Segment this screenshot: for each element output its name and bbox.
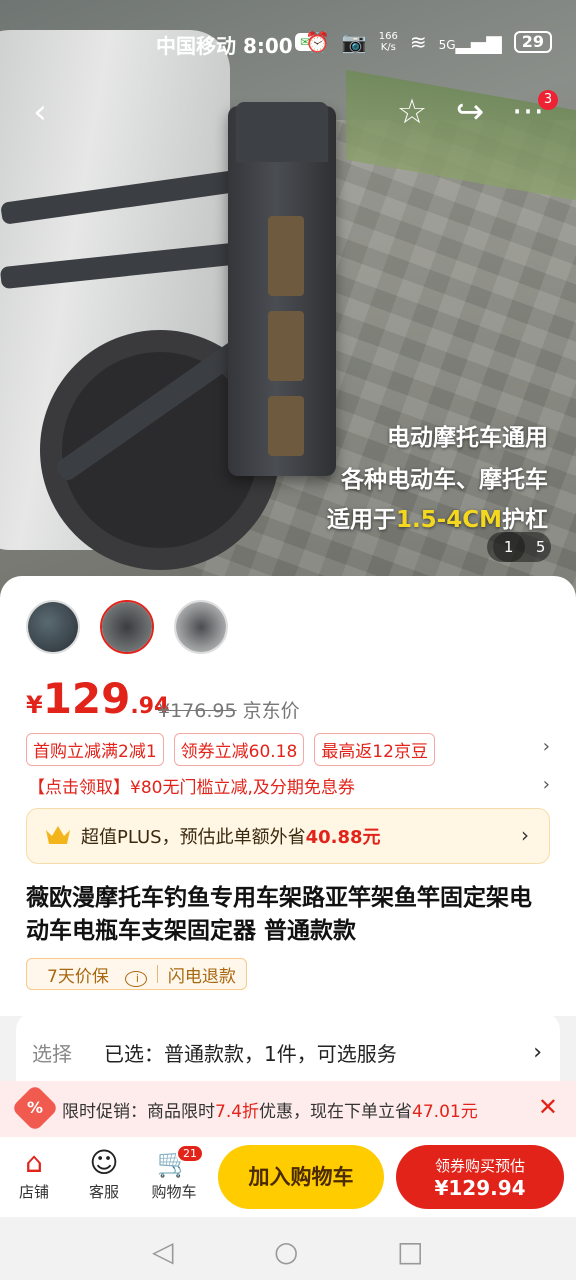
rod-holder-window (268, 311, 304, 381)
signal-label: 5G (438, 38, 456, 52)
cart-count-badge: 21 (176, 1144, 204, 1163)
overlay-text-line: 各种电动车、摩托车 (341, 467, 548, 493)
status-bar: 中国移动 8:00 ✉ ⏰ 📷 166 K/s ≋ 5G▂▄▆ 29 (0, 30, 576, 58)
plus-text: 超值PLUS，预估此单额外省40.88元 (81, 823, 381, 849)
pager-current: 1 (492, 532, 525, 562)
chevron-right-icon: › (533, 1040, 542, 1065)
shop-button[interactable]: ⌂ 店铺 (4, 1145, 64, 1202)
add-to-cart-button[interactable]: 加入购物车 (218, 1145, 384, 1209)
limited-promo-strip[interactable]: % 限时促销：商品限时7.4折优惠，现在下单立省47.01元 ✕ (0, 1081, 576, 1137)
cart-label: 购物车 (151, 1183, 197, 1201)
close-icon[interactable]: ✕ (538, 1093, 558, 1121)
overlay-text-prefix: 适用于 (326, 507, 396, 533)
camera-icon: 📷 (341, 30, 367, 54)
price-protect-tag: 7天价保 i (27, 962, 157, 987)
battery-icon: 29 (513, 31, 552, 53)
rod-holder-top (236, 102, 328, 162)
product-title: 薇欧漫摩托车钓鱼专用车架路亚竿架鱼竿固定架电动车电瓶车支架固定器 普通款款 (26, 885, 532, 944)
bottom-action-bar: ⌂ 店铺 ☺ 客服 🛒 购物车 21 加入购物车 领券购买预估 ¥129.94 (0, 1137, 576, 1217)
system-nav-bar: ◁ ○ □ (0, 1217, 576, 1280)
product-info-card: ¥129.94 ¥176.95 京东价 首购立减满2减1 领券立减60.18 最高… (0, 576, 576, 1016)
buy-now-button[interactable]: 领券购买预估 ¥129.94 (396, 1145, 564, 1209)
customer-service-icon: ☺ (89, 1146, 119, 1179)
favorite-star-icon[interactable]: ☆ (390, 92, 434, 132)
discount-icon: % (10, 1083, 60, 1133)
net-speed: 166 K/s (378, 31, 398, 53)
rod-holder-window (268, 396, 304, 456)
current-price: ¥129.94 (26, 674, 169, 723)
image-pager: 1 5 (487, 532, 551, 562)
rod-holder-window (268, 216, 304, 296)
crown-icon (46, 826, 70, 844)
buy-now-label: 领券购买预估 (434, 1157, 525, 1175)
overlay-text-suffix: 护杠 (502, 507, 548, 533)
spec-selector-label: 选择 (32, 1042, 72, 1066)
overlay-text-line: 电动摩托车通用 (387, 425, 548, 451)
fast-refund-tag: 闪电退款 (167, 966, 236, 987)
promo-save-amount: 47.01元 (412, 1102, 478, 1122)
overlay-text-highlight: 1.5-4CM (395, 507, 502, 533)
coupon-claim-link[interactable]: 【点击领取】¥80无门槛立减,及分期免息券 (28, 773, 355, 798)
shop-icon: ⌂ (25, 1146, 43, 1179)
overlay-text-line: 适用于1.5-4CM护杠 (327, 500, 548, 534)
more-badge: 3 (538, 90, 558, 110)
back-icon[interactable]: ‹ (18, 92, 62, 132)
price-protect-label: 7天价保 (47, 966, 109, 987)
original-price-label: 京东价 (242, 700, 300, 722)
chevron-right-icon[interactable]: › (543, 774, 550, 795)
spec-selector-value: 已选：普通款款，1件，可选服务 (104, 1042, 397, 1066)
plus-label: 超值PLUS，预估此单额外省 (81, 827, 306, 848)
nav-back-icon[interactable]: ◁ (152, 1235, 174, 1268)
rod-holder-product (228, 102, 336, 476)
carrier-time: 中国移动 8:00 (156, 30, 293, 59)
status-icons: ⏰ 📷 166 K/s ≋ 5G▂▄▆ 29 (305, 30, 552, 54)
customer-service-label: 客服 (88, 1183, 119, 1201)
product-detail-page: 电动摩托车通用 各种电动车、摩托车 适用于1.5-4CM护杠 1 5 中国移动 … (0, 0, 576, 1280)
clock: 8:00 (242, 34, 293, 58)
variant-thumb[interactable] (26, 600, 80, 654)
variant-thumb[interactable] (174, 600, 228, 654)
nav-recents-icon[interactable]: □ (397, 1235, 423, 1268)
promo-prefix: 限时促销：商品限时 (62, 1102, 215, 1122)
promo-middle: 优惠，现在下单立省 (259, 1102, 413, 1122)
alarm-icon: ⏰ (304, 30, 330, 54)
share-icon[interactable]: ↪ (448, 92, 492, 132)
price-main: 129 (42, 674, 131, 723)
variant-thumbnails (26, 600, 228, 654)
coupon-tag[interactable]: 首购立减满2减1 (26, 733, 164, 766)
original-price: ¥176.95 京东价 (158, 696, 300, 723)
coupon-tag[interactable]: 最高返12京豆 (314, 733, 435, 766)
pager-total: 5 (535, 538, 546, 556)
nav-home-icon[interactable]: ○ (274, 1235, 298, 1268)
coupon-tag[interactable]: 领券立减60.18 (173, 733, 305, 766)
product-image-carousel[interactable]: 电动摩托车通用 各种电动车、摩托车 适用于1.5-4CM护杠 1 5 (0, 0, 576, 600)
shop-label: 店铺 (18, 1183, 49, 1201)
promo-discount: 7.4折 (215, 1102, 260, 1122)
info-icon[interactable]: i (124, 970, 147, 987)
wifi-icon: ≋ (409, 30, 427, 54)
plus-membership-banner[interactable]: 超值PLUS，预估此单额外省40.88元 › (26, 808, 550, 864)
chevron-right-icon[interactable]: › (543, 736, 550, 757)
original-price-value: ¥176.95 (158, 700, 237, 722)
carrier-name: 中国移动 (156, 34, 236, 58)
variant-thumb-selected[interactable] (100, 600, 154, 654)
service-tags[interactable]: 7天价保 i 闪电退款 (26, 958, 247, 990)
limited-promo-text: 限时促销：商品限时7.4折优惠，现在下单立省47.01元 (62, 1097, 478, 1122)
price-currency: ¥ (26, 691, 43, 719)
buy-now-price: ¥129.94 (434, 1176, 526, 1200)
customer-service-button[interactable]: ☺ 客服 (74, 1145, 134, 1202)
plus-amount: 40.88元 (305, 827, 381, 848)
signal-icon: 5G▂▄▆ (438, 30, 502, 54)
chevron-right-icon: › (521, 823, 529, 847)
coupon-row[interactable]: 首购立减满2减1 领券立减60.18 最高返12京豆 (26, 733, 435, 766)
